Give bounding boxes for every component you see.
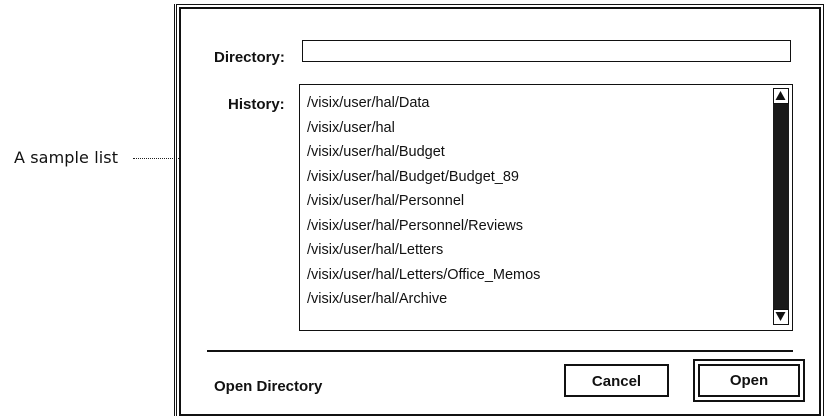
open-directory-dialog: Directory: History: /visix/user/hal/Data… bbox=[174, 4, 824, 416]
open-button[interactable]: Open bbox=[693, 359, 805, 402]
history-list-item[interactable]: /visix/user/hal/Archive bbox=[307, 287, 540, 312]
history-list-item[interactable]: /visix/user/hal/Data bbox=[307, 91, 540, 116]
history-scrollbar[interactable] bbox=[773, 88, 789, 325]
cancel-button[interactable]: Cancel bbox=[564, 364, 669, 397]
history-list-item[interactable]: /visix/user/hal/Letters/Office_Memos bbox=[307, 263, 540, 288]
open-button-label: Open bbox=[698, 364, 800, 397]
dialog-status-text: Open Directory bbox=[214, 378, 323, 395]
history-list-item[interactable]: /visix/user/hal/Budget/Budget_89 bbox=[307, 165, 540, 190]
history-list-item[interactable]: /visix/user/hal/Budget bbox=[307, 140, 540, 165]
history-list-item[interactable]: /visix/user/hal/Personnel/Reviews bbox=[307, 214, 540, 239]
history-list-item[interactable]: /visix/user/hal/Letters bbox=[307, 238, 540, 263]
directory-input[interactable] bbox=[302, 40, 791, 62]
directory-label: Directory: bbox=[214, 49, 285, 66]
history-list[interactable]: /visix/user/hal/Data/visix/user/hal/visi… bbox=[299, 84, 793, 331]
history-list-item[interactable]: /visix/user/hal/Personnel bbox=[307, 189, 540, 214]
callout-label: A sample list bbox=[14, 148, 119, 167]
divider bbox=[207, 350, 793, 352]
scroll-up-arrow-icon[interactable] bbox=[773, 88, 789, 104]
history-list-item[interactable]: /visix/user/hal bbox=[307, 116, 540, 141]
history-list-items: /visix/user/hal/Data/visix/user/hal/visi… bbox=[307, 91, 540, 312]
history-label: History: bbox=[228, 96, 285, 113]
scroll-down-arrow-icon[interactable] bbox=[773, 309, 789, 325]
